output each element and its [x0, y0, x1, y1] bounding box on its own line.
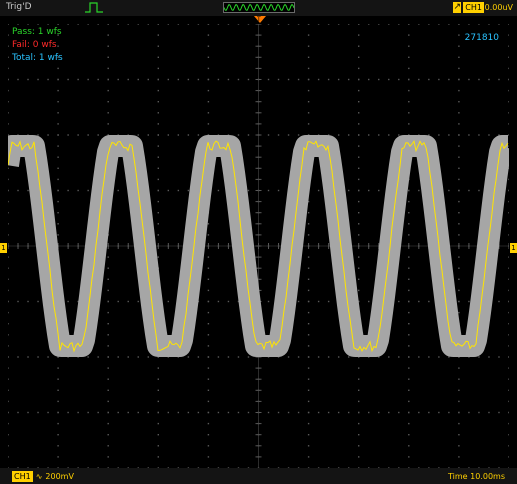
- timebase[interactable]: Time 10.00ms: [448, 472, 505, 481]
- channel-scale[interactable]: CH1 ∿ 200mV: [12, 471, 74, 482]
- trigger-source: CH1: [463, 2, 484, 13]
- top-status-bar: Trig'D ↗ CH1 0.00uV: [0, 0, 517, 16]
- pass-count: Pass: 1 wfs: [12, 27, 62, 37]
- volts-per-div: 200mV: [45, 472, 74, 481]
- trigger-position-marker-icon[interactable]: T: [254, 16, 266, 23]
- channel-level-marker-icon[interactable]: 1: [0, 243, 7, 253]
- time-marker-label: T: [257, 16, 261, 23]
- frequency-counter: 271810: [464, 33, 499, 43]
- coupling-icon: ∿: [35, 472, 43, 481]
- fail-count: Fail: 0 wfs: [12, 40, 57, 50]
- channel-label: CH1: [12, 471, 33, 482]
- channel-level-marker-right-icon[interactable]: 1: [510, 243, 517, 253]
- memory-waveform-icon[interactable]: [223, 2, 295, 13]
- trigger-edge-icon: ↗: [453, 2, 462, 13]
- trigger-status: Trig'D: [6, 2, 32, 12]
- bottom-status-bar: CH1 ∿ 200mV Time 10.00ms: [0, 468, 517, 484]
- pulse-icon: [85, 2, 103, 13]
- total-count: Total: 1 wfs: [12, 53, 63, 63]
- trigger-info[interactable]: ↗ CH1: [453, 2, 484, 13]
- waveform-display: [8, 24, 509, 468]
- trigger-level: 0.00uV: [484, 3, 513, 12]
